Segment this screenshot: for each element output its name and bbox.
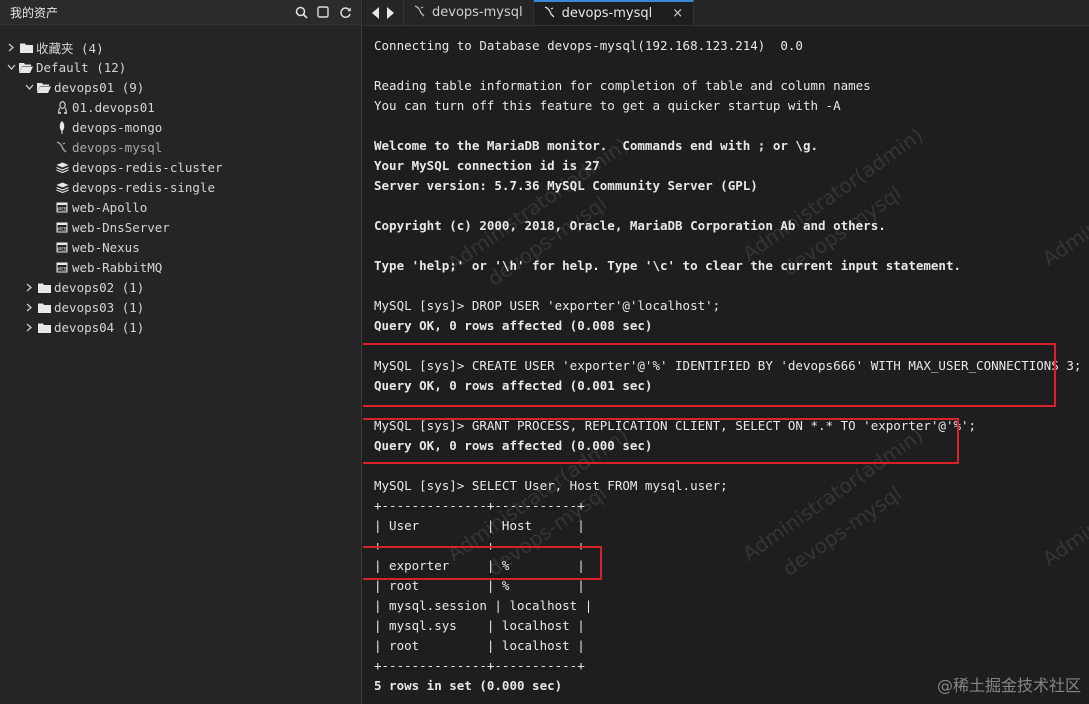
tree-item[interactable]: devops04 (1): [0, 317, 361, 337]
chevron-down-icon[interactable]: [22, 84, 36, 90]
svg-text:WEB: WEB: [57, 206, 67, 212]
highlight-grant: [363, 418, 959, 464]
folder-open-icon: [36, 80, 52, 94]
chevron-right-icon[interactable]: [22, 323, 36, 332]
chevron-right-icon[interactable]: [4, 43, 18, 52]
terminal-line: | root | localhost |: [374, 638, 585, 653]
tree-item[interactable]: WEB web-Apollo: [0, 197, 361, 217]
terminal-line: | mysql.session | localhost |: [374, 598, 593, 613]
tree-item[interactable]: 收藏夹 (4): [0, 37, 361, 57]
tree-item-label: web-RabbitMQ: [72, 259, 163, 275]
terminal-line: Query OK, 0 rows affected (0.008 sec): [374, 318, 653, 333]
terminal-line: | User | Host |: [374, 518, 585, 533]
terminal-line: Connecting to Database devops-mysql(192.…: [374, 38, 803, 53]
terminal-line: Server version: 5.7.36 MySQL Community S…: [374, 178, 758, 193]
tree-item-label: web-Nexus: [72, 239, 140, 255]
corner-watermark: @稀土掘金技术社区: [936, 676, 1081, 695]
tree-item[interactable]: devops-mongo: [0, 117, 361, 137]
tree-item[interactable]: WEB web-RabbitMQ: [0, 257, 361, 277]
tree-item[interactable]: devops-redis-cluster: [0, 157, 361, 177]
folder-icon: [18, 40, 34, 54]
tree-item[interactable]: devops01 (9): [0, 77, 361, 97]
terminal-line: +--------------+-----------+: [374, 498, 585, 513]
mysql-icon: [54, 140, 70, 154]
mysql-icon: [544, 5, 556, 22]
tree-item[interactable]: 01.devops01: [0, 97, 361, 117]
tree-item-label: devops02 (1): [54, 279, 145, 295]
linux-icon: [54, 100, 70, 114]
tree-item[interactable]: WEB web-DnsServer: [0, 217, 361, 237]
tab-next-icon[interactable]: [385, 6, 395, 20]
chevron-down-icon[interactable]: [4, 64, 18, 70]
folder-open-icon: [18, 60, 34, 74]
terminal-line: Your MySQL connection id is 27: [374, 158, 600, 173]
refresh-icon[interactable]: [337, 4, 353, 20]
tree-item[interactable]: devops-mysql: [0, 137, 361, 157]
highlight-exporter-row: [363, 546, 602, 580]
tree-item-label: devops-mongo: [72, 119, 163, 135]
tab-prev-icon[interactable]: [371, 6, 381, 20]
folder-icon: [36, 300, 52, 314]
close-icon[interactable]: ×: [672, 6, 683, 21]
web-icon: WEB: [54, 240, 70, 254]
chevron-right-icon[interactable]: [22, 283, 36, 292]
tree-item[interactable]: devops03 (1): [0, 297, 361, 317]
terminal-line: MySQL [sys]> DROP USER 'exporter'@'local…: [374, 298, 721, 313]
svg-text:WEB: WEB: [57, 266, 67, 272]
tab-label: devops-mysql: [432, 5, 523, 20]
search-icon[interactable]: [293, 4, 309, 20]
tree-item-label: devops-redis-cluster: [72, 159, 223, 175]
asset-sidebar: 我的资产 收藏夹 (4) Default (12) devops01 (9) 01.d…: [0, 0, 362, 704]
tab-devops-mysql-1[interactable]: devops-mysql: [404, 0, 534, 25]
web-icon: WEB: [54, 220, 70, 234]
new-window-icon[interactable]: [315, 4, 331, 20]
terminal-line: MySQL [sys]> SELECT User, Host FROM mysq…: [374, 478, 728, 493]
tab-nav: [363, 0, 404, 25]
terminal-line: Reading table information for completion…: [374, 78, 871, 93]
tree-item[interactable]: devops-redis-single: [0, 177, 361, 197]
web-icon: WEB: [54, 260, 70, 274]
terminal-line: You can turn off this feature to get a q…: [374, 98, 841, 113]
highlight-create-user: [363, 343, 1056, 407]
tree-item-label: devops-mysql: [72, 139, 163, 155]
tree-item-label: web-Apollo: [72, 199, 148, 215]
asset-tree: 收藏夹 (4) Default (12) devops01 (9) 01.devops…: [0, 25, 361, 337]
tree-item[interactable]: WEB web-Nexus: [0, 237, 361, 257]
tab-devops-mysql-2[interactable]: devops-mysql ×: [533, 0, 695, 25]
tree-item-label: devops03 (1): [54, 299, 145, 315]
tree-item-label: devops01 (9): [54, 79, 145, 95]
tree-item-label: devops04 (1): [54, 319, 145, 335]
tree-item-label: 01.devops01: [72, 99, 155, 115]
folder-icon: [36, 280, 52, 294]
tab-label: devops-mysql: [561, 6, 653, 21]
folder-icon: [36, 320, 52, 334]
terminal-line: | mysql.sys | localhost |: [374, 618, 585, 633]
tree-item[interactable]: devops02 (1): [0, 277, 361, 297]
tab-bar: devops-mysql devops-mysql ×: [363, 0, 1089, 26]
svg-text:WEB: WEB: [57, 246, 67, 252]
terminal-line: Welcome to the MariaDB monitor. Commands…: [374, 138, 819, 153]
tree-item-label: web-DnsServer: [72, 219, 170, 235]
tree-item[interactable]: Default (12): [0, 57, 361, 77]
tree-item-label: Default (12): [36, 59, 127, 75]
tree-item-label: devops-redis-single: [72, 179, 215, 195]
terminal-line: Type 'help;' or '\h' for help. Type '\c'…: [374, 258, 961, 273]
web-icon: WEB: [54, 200, 70, 214]
sidebar-header: 我的资产: [0, 0, 361, 25]
terminal-pane[interactable]: Connecting to Database devops-mysql(192.…: [363, 26, 1089, 704]
chevron-right-icon[interactable]: [22, 303, 36, 312]
svg-text:WEB: WEB: [57, 226, 67, 232]
sidebar-title: 我的资产: [10, 5, 59, 20]
redis-icon: [54, 180, 70, 194]
tree-item-label: 收藏夹 (4): [36, 40, 104, 56]
redis-icon: [54, 160, 70, 174]
terminal-line: Copyright (c) 2000, 2018, Oracle, MariaD…: [374, 218, 886, 233]
mysql-icon: [414, 4, 426, 21]
mongodb-icon: [54, 120, 70, 134]
